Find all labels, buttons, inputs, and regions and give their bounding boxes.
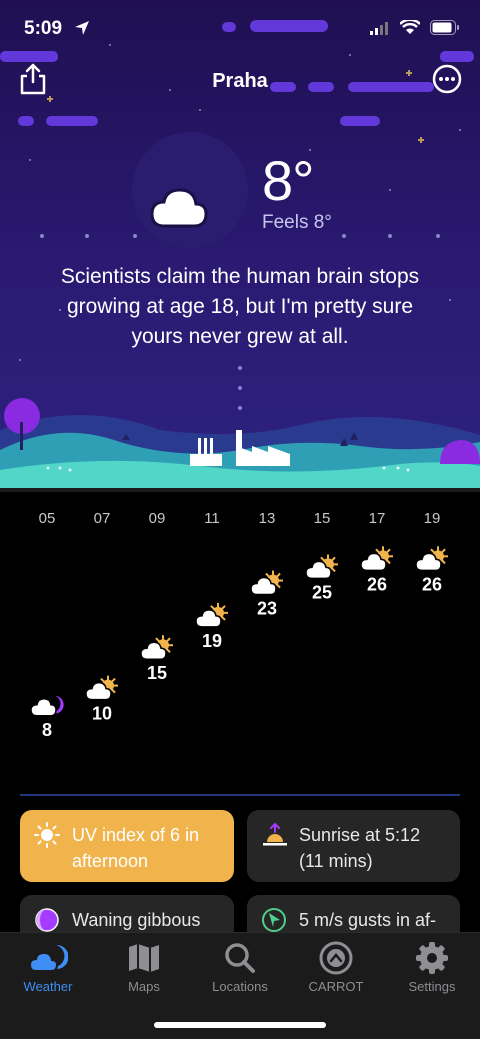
hourly-temperature-chart: 8 10 15 19 23 25 26 26 (30, 546, 448, 740)
tab-settings[interactable]: Settings (384, 941, 480, 994)
sunrise-icon (263, 822, 287, 846)
uv-index-text: UV index of 6 in afternoon (72, 825, 200, 871)
wind-direction-icon (262, 908, 286, 932)
hour-label: 15 (313, 510, 331, 527)
more-icon[interactable] (432, 64, 462, 94)
hour-temperature: 23 (257, 599, 277, 619)
moon-phase-icon (35, 908, 59, 932)
hour-label: 13 (258, 510, 276, 527)
section-divider (20, 794, 460, 796)
search-icon (225, 943, 255, 973)
weather-hero: 5:09 Praha 8° Feels 8° Scientists claim … (0, 0, 480, 492)
tab-weather[interactable]: Weather (0, 941, 96, 994)
sunrise-text: Sunrise at 5:12 (11 mins) (299, 825, 421, 871)
map-icon (129, 944, 159, 972)
hour-temperature: 10 (92, 704, 112, 724)
hour-temperature: 19 (202, 631, 222, 651)
carrot-icon (319, 941, 353, 975)
tab-label: Weather (23, 979, 73, 994)
tab-label: Locations (212, 979, 268, 994)
moon-cloud-icon (132, 132, 248, 248)
hour-label: 07 (93, 510, 111, 527)
sunrise-card[interactable]: Sunrise at 5:12 (11 mins) (247, 810, 460, 882)
sun-cloud-icon (360, 546, 393, 572)
hour-temperature: 26 (367, 574, 387, 594)
sun-cloud-icon (415, 546, 448, 572)
city-name[interactable]: Praha (0, 70, 480, 93)
location-arrow-icon (75, 21, 89, 35)
sun-cloud-icon (140, 635, 173, 660)
current-conditions: 8° Feels 8° (130, 130, 370, 250)
hour-label: 11 (204, 510, 220, 527)
hour-label: 19 (423, 510, 441, 527)
hourly-times: 05 07 09 11 13 15 17 19 (20, 510, 460, 530)
hour-label: 17 (368, 510, 386, 527)
hour-label: 05 (38, 510, 56, 527)
tab-locations[interactable]: Locations (192, 941, 288, 994)
hour-temperature: 26 (422, 574, 442, 594)
cellular-icon (370, 21, 388, 35)
tab-label: CARROT (308, 979, 364, 994)
gear-icon (416, 942, 448, 974)
tab-maps[interactable]: Maps (96, 941, 192, 994)
sun-cloud-icon (305, 554, 338, 580)
status-time: 5:09 (24, 18, 63, 39)
feels-like: Feels 8° (262, 212, 332, 233)
top-bar: Praha (0, 62, 480, 102)
wind-text: 5 m/s gusts in af- (299, 910, 437, 930)
system-icons (370, 20, 460, 35)
wifi-icon (400, 20, 420, 34)
weather-screen: 5:09 Praha 8° Feels 8° Scientists claim … (0, 0, 480, 1039)
battery-icon (430, 20, 459, 35)
moon-phase-text: Waning gibbous (72, 910, 201, 930)
status-bar: 5:09 (0, 18, 480, 42)
tab-carrot[interactable]: CARROT (288, 941, 384, 994)
landscape-illustration (0, 398, 480, 492)
hour-temperature: 8 (42, 720, 52, 740)
hour-temperature: 15 (147, 663, 167, 683)
sun-cloud-icon (85, 675, 118, 701)
sun-cloud-icon (195, 602, 228, 628)
uv-index-card[interactable]: UV index of 6 in afternoon (20, 810, 234, 882)
hour-label: 09 (148, 510, 166, 527)
home-indicator (154, 1022, 326, 1028)
sun-cloud-icon (250, 570, 283, 596)
current-temperature: 8° (262, 149, 315, 212)
weather-message: Scientists claim the human brain stops g… (60, 265, 420, 348)
moon-cloud-icon (30, 695, 64, 717)
weather-icon (28, 944, 68, 972)
hour-temperature: 25 (312, 582, 332, 602)
tab-label: Settings (408, 979, 456, 994)
sun-icon (34, 822, 60, 848)
tab-label: Maps (128, 979, 160, 994)
